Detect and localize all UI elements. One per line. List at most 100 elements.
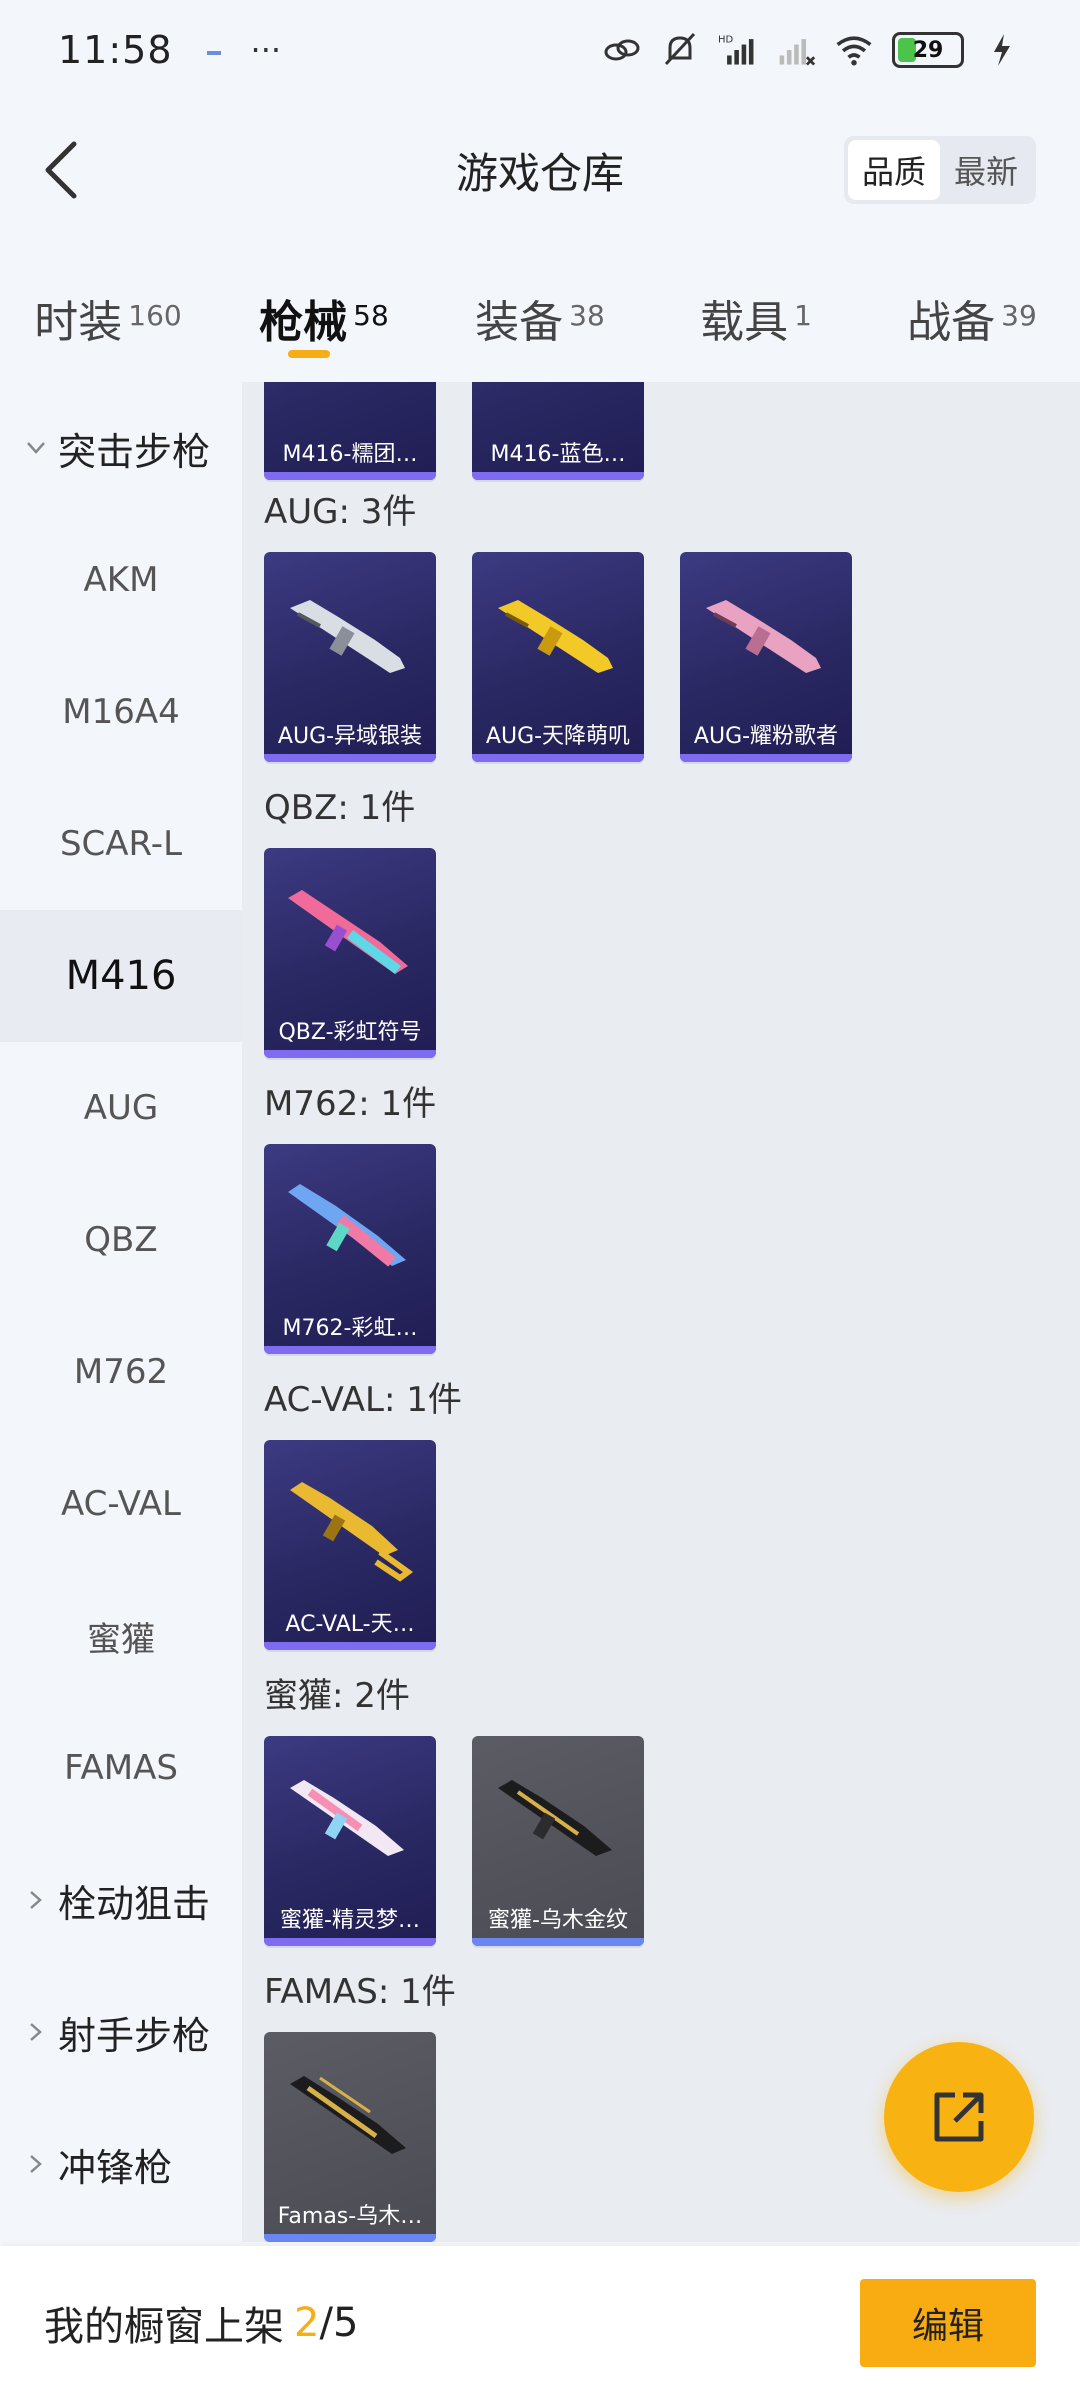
skin-card[interactable]: M762-彩虹… — [264, 1144, 436, 1354]
tab-guns[interactable]: 枪械 58 — [216, 240, 432, 382]
weak-signal-icon — [776, 30, 816, 70]
sidebar-item-ac-val[interactable]: AC-VAL — [0, 1438, 242, 1570]
section-title-qbz: QBZ: 1件 — [264, 788, 416, 828]
rarity-bar — [264, 1346, 436, 1354]
showcase-total-count: 5 — [332, 2300, 359, 2346]
skin-card-label: AUG-耀粉歌者 — [693, 724, 839, 749]
battery-icon: 29 — [892, 32, 964, 68]
section-title-aug: AUG: 3件 — [264, 492, 417, 532]
tab-label: 装备 — [475, 297, 564, 348]
tab-label: 战备 — [907, 297, 996, 348]
rifle-icon — [288, 1184, 406, 1267]
sidebar-group-smg[interactable]: 冲锋枪 — [0, 2098, 242, 2230]
tab-count: 160 — [128, 299, 182, 332]
back-button[interactable] — [28, 138, 92, 202]
svg-text:HD: HD — [718, 35, 734, 46]
skin-card-label: AC-VAL-天… — [285, 1612, 415, 1637]
tab-label: 枪械 — [259, 297, 348, 348]
skin-card[interactable]: M416-蓝色… — [472, 382, 644, 480]
back-arrow-icon — [45, 141, 77, 199]
link-icon — [602, 30, 642, 70]
sidebar-group-assault-rifles[interactable]: 突击步枪 — [0, 382, 242, 514]
status-bar: 11:58 ··· HD 29 — [0, 0, 1080, 100]
rarity-bar — [264, 2234, 436, 2242]
sidebar-item-m416[interactable]: M416 — [0, 910, 242, 1042]
skin-card[interactable]: AUG-异域银装 — [264, 552, 436, 762]
tab-battle-gear[interactable]: 战备 39 — [864, 240, 1080, 382]
share-external-icon — [934, 2092, 984, 2142]
rarity-bar — [264, 754, 436, 762]
rifle-icon — [290, 1780, 404, 1856]
rifle-icon — [290, 1482, 414, 1582]
rarity-bar — [264, 1642, 436, 1650]
skin-card-label: M762-彩虹… — [282, 1316, 418, 1341]
category-tabs: 时装 160 枪械 58 装备 38 载具 1 战备 39 — [0, 240, 1080, 382]
wifi-icon — [834, 30, 874, 70]
sort-quality-button[interactable]: 品质 — [847, 140, 940, 200]
skin-card-label: QBZ-彩虹符号 — [278, 1020, 422, 1045]
skin-card[interactable]: 蜜獾-乌木金纹 — [472, 1736, 644, 1946]
showcase-current-count: 2 — [294, 2300, 320, 2346]
skin-card[interactable]: M416-糯团… — [264, 382, 436, 480]
tab-label: 载具 — [700, 297, 789, 348]
tab-equipment[interactable]: 装备 38 — [432, 240, 648, 382]
status-dash — [206, 51, 221, 55]
share-fab-button[interactable] — [884, 2042, 1034, 2192]
skin-card[interactable]: Famas-乌木… — [264, 2032, 436, 2242]
sidebar-item-m762[interactable]: M762 — [0, 1306, 242, 1438]
battery-text: 29 — [912, 37, 944, 63]
showcase-separator: / — [319, 2300, 333, 2346]
status-time: 11:58 — [58, 28, 173, 72]
sidebar-group-label: 栓动狙击 — [58, 1881, 211, 1926]
weapon-grid: M416-糯团… M416-蓝色… AUG: 3件 AUG-异域银装 AUG-天… — [242, 382, 1080, 2242]
more-dots-icon: ··· — [250, 31, 282, 69]
rarity-bar — [264, 1050, 436, 1058]
tab-count: 38 — [569, 299, 605, 332]
chevron-right-icon — [20, 2016, 52, 2048]
showcase-bar: 我的橱窗上架 2 / 5 编辑 — [0, 2246, 1080, 2400]
sidebar-item-akm[interactable]: AKM — [0, 514, 242, 646]
rifle-icon — [706, 600, 821, 673]
skin-card-label: Famas-乌木… — [277, 2204, 423, 2229]
sidebar-group-bolt-sniper[interactable]: 栓动狙击 — [0, 1834, 242, 1966]
section-title-ac-val: AC-VAL: 1件 — [264, 1380, 462, 1420]
skin-card[interactable]: AUG-天降萌叽 — [472, 552, 644, 762]
tab-count: 1 — [794, 299, 812, 332]
sidebar-group-label: 冲锋枪 — [58, 2145, 173, 2190]
tab-fashion[interactable]: 时装 160 — [0, 240, 216, 382]
tab-label: 时装 — [34, 297, 123, 348]
sidebar-item-scar-l[interactable]: SCAR-L — [0, 778, 242, 910]
skin-card[interactable]: AUG-耀粉歌者 — [680, 552, 852, 762]
chevron-down-icon — [20, 432, 52, 464]
rifle-icon — [288, 890, 408, 974]
tab-count: 39 — [1001, 299, 1037, 332]
sort-newest-button[interactable]: 最新 — [940, 140, 1032, 200]
skin-card[interactable]: 蜜獾-精灵梦… — [264, 1736, 436, 1946]
sidebar-item-m16a4[interactable]: M16A4 — [0, 646, 242, 778]
sort-toggle: 品质 最新 — [843, 136, 1036, 204]
edit-button[interactable]: 编辑 — [860, 2279, 1036, 2367]
charging-icon — [982, 30, 1022, 70]
skin-card-label: 蜜獾-乌木金纹 — [488, 1908, 628, 1933]
tab-vehicles[interactable]: 载具 1 — [648, 240, 864, 382]
section-title-m762: M762: 1件 — [264, 1084, 437, 1124]
rifle-icon — [498, 1780, 612, 1856]
weapon-sidebar: 突击步枪 AKM M16A4 SCAR-L M416 AUG QBZ M762 … — [0, 382, 242, 2242]
rarity-bar — [472, 472, 644, 480]
showcase-label: 我的橱窗上架 — [44, 2304, 284, 2350]
skin-card-label: M416-蓝色… — [490, 442, 626, 467]
skin-card-label: M416-糯团… — [282, 442, 418, 467]
active-tab-indicator — [288, 350, 330, 358]
sidebar-item-famas[interactable]: FAMAS — [0, 1702, 242, 1834]
sidebar-item-aug[interactable]: AUG — [0, 1042, 242, 1174]
sidebar-group-marksman-rifles[interactable]: 射手步枪 — [0, 1966, 242, 2098]
chevron-right-icon — [20, 1884, 52, 1916]
sidebar-item-qbz[interactable]: QBZ — [0, 1174, 242, 1306]
sidebar-group-label: 射手步枪 — [58, 2013, 211, 2058]
tab-count: 58 — [353, 299, 389, 332]
skin-card[interactable]: AC-VAL-天… — [264, 1440, 436, 1650]
hd-signal-icon: HD — [718, 30, 758, 70]
section-title-honey-badger: 蜜獾: 2件 — [264, 1676, 410, 1716]
sidebar-item-honey-badger[interactable]: 蜜獾 — [0, 1570, 242, 1702]
skin-card[interactable]: QBZ-彩虹符号 — [264, 848, 436, 1058]
